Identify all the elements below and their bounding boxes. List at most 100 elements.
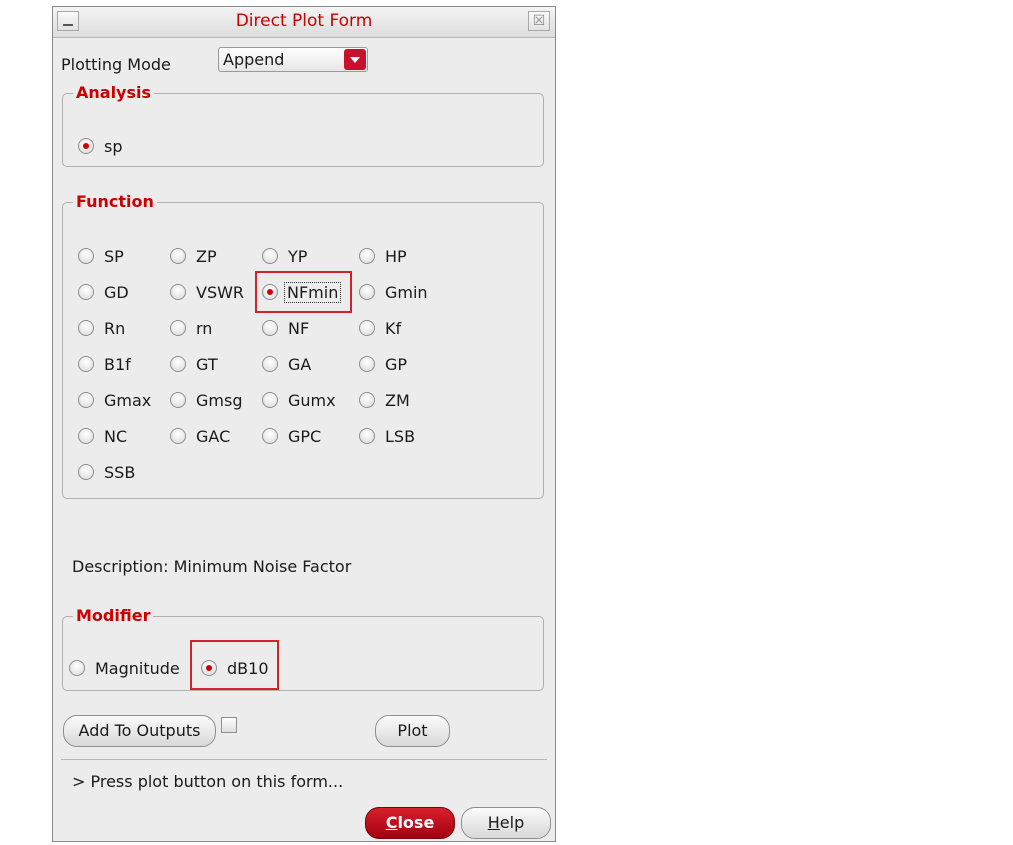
modifier-radio-magnitude[interactable]: Magnitude (69, 656, 180, 680)
radio-selected-icon (78, 138, 94, 154)
function-radio-label: HP (385, 246, 407, 266)
function-radio-yp[interactable]: YP (262, 244, 307, 268)
radio-icon (262, 392, 278, 408)
db10-highlight-box (190, 640, 279, 690)
analysis-group-title: Analysis (73, 83, 155, 102)
function-radio-hp[interactable]: HP (359, 244, 407, 268)
radio-icon (170, 392, 186, 408)
help-button-mnemonic: H (487, 813, 500, 832)
function-radio-nf[interactable]: NF (262, 316, 309, 340)
function-radio-sp[interactable]: SP (78, 244, 124, 268)
close-button-mnemonic: C (385, 813, 398, 832)
modifier-radio-label: Magnitude (95, 658, 180, 678)
function-radio-rn-lower[interactable]: rn (170, 316, 212, 340)
function-radio-gmax[interactable]: Gmax (78, 388, 151, 412)
function-radio-label: YP (288, 246, 308, 266)
function-radio-rn-upper[interactable]: Rn (78, 316, 125, 340)
function-radio-label: SSB (104, 462, 136, 482)
add-to-outputs-button[interactable]: Add To Outputs (63, 715, 216, 747)
plotting-mode-select[interactable]: Append (218, 47, 368, 72)
direct-plot-form-window: Direct Plot Form ☒ Plotting Mode Append … (52, 6, 556, 842)
separator (61, 759, 547, 760)
radio-icon (359, 284, 375, 300)
function-radio-lsb[interactable]: LSB (359, 424, 415, 448)
plotting-mode-value: Append (223, 50, 285, 69)
nfmin-highlight-box (255, 271, 352, 313)
radio-icon (78, 464, 94, 480)
function-radio-gp[interactable]: GP (359, 352, 407, 376)
function-radio-label: VSWR (196, 282, 245, 302)
function-radio-gac[interactable]: GAC (170, 424, 230, 448)
radio-icon (78, 356, 94, 372)
chevron-down-icon[interactable] (344, 49, 366, 70)
radio-icon (170, 428, 186, 444)
close-window-button[interactable]: ☒ (528, 11, 550, 31)
function-radio-b1f[interactable]: B1f (78, 352, 131, 376)
function-radio-vswr[interactable]: VSWR (170, 280, 244, 304)
function-radio-label: Gmin (385, 282, 428, 302)
function-radio-label: Rn (104, 318, 126, 338)
function-radio-label: NC (104, 426, 128, 446)
modifier-group: Modifier Magnitude dB10 (62, 606, 544, 691)
function-radio-label: Gmax (104, 390, 152, 410)
add-to-outputs-checkbox[interactable] (221, 717, 237, 733)
radio-icon (78, 428, 94, 444)
radio-icon (359, 356, 375, 372)
function-radio-zp[interactable]: ZP (170, 244, 217, 268)
function-radio-gmin[interactable]: Gmin (359, 280, 428, 304)
function-radio-gd[interactable]: GD (78, 280, 129, 304)
radio-icon (78, 392, 94, 408)
function-radio-label: ZM (385, 390, 410, 410)
function-radio-gmsg[interactable]: Gmsg (170, 388, 242, 412)
function-radio-label: rn (196, 318, 213, 338)
function-radio-label: NF (288, 318, 310, 338)
close-button[interactable]: Close (365, 807, 455, 839)
radio-icon (262, 356, 278, 372)
function-group: Function SP ZP YP HP GD VSWR NFmin Gmin … (62, 192, 544, 499)
description-text: Description: Minimum Noise Factor (72, 557, 352, 576)
radio-icon (170, 248, 186, 264)
function-radio-label: GPC (288, 426, 322, 446)
radio-icon (170, 284, 186, 300)
function-radio-label: Gumx (288, 390, 336, 410)
radio-icon (359, 392, 375, 408)
plotting-mode-label: Plotting Mode (61, 55, 171, 74)
radio-icon (78, 320, 94, 336)
help-button-label: elp (499, 813, 525, 832)
radio-icon (170, 356, 186, 372)
function-radio-label: ZP (196, 246, 217, 266)
function-radio-label: LSB (385, 426, 416, 446)
function-radio-label: GP (385, 354, 408, 374)
help-button[interactable]: Help (461, 807, 551, 839)
title-bar[interactable]: Direct Plot Form ☒ (53, 7, 555, 38)
function-radio-zm[interactable]: ZM (359, 388, 410, 412)
function-radio-label: GT (196, 354, 218, 374)
analysis-radio-label: sp (104, 136, 123, 156)
radio-icon (69, 660, 85, 676)
function-radio-label: GAC (196, 426, 231, 446)
radio-icon (262, 320, 278, 336)
radio-icon (359, 428, 375, 444)
function-radio-gt[interactable]: GT (170, 352, 218, 376)
function-radio-nc[interactable]: NC (78, 424, 127, 448)
window-title: Direct Plot Form (235, 11, 373, 31)
radio-icon (78, 248, 94, 264)
close-button-label: lose (397, 813, 435, 832)
function-group-title: Function (73, 192, 157, 211)
function-radio-gumx[interactable]: Gumx (262, 388, 336, 412)
function-radio-label: B1f (104, 354, 131, 374)
analysis-group: Analysis sp (62, 83, 544, 167)
function-radio-ga[interactable]: GA (262, 352, 311, 376)
function-radio-label: GA (288, 354, 312, 374)
function-radio-ssb[interactable]: SSB (78, 460, 135, 484)
status-message: > Press plot button on this form... (72, 772, 344, 791)
function-radio-label: SP (104, 246, 124, 266)
close-icon: ☒ (532, 13, 546, 29)
function-radio-gpc[interactable]: GPC (262, 424, 321, 448)
plot-button[interactable]: Plot (375, 715, 450, 747)
analysis-radio-sp[interactable]: sp (78, 134, 123, 158)
function-radio-label: GD (104, 282, 129, 302)
function-radio-kf[interactable]: Kf (359, 316, 401, 340)
modifier-group-title: Modifier (73, 606, 154, 625)
radio-icon (78, 284, 94, 300)
